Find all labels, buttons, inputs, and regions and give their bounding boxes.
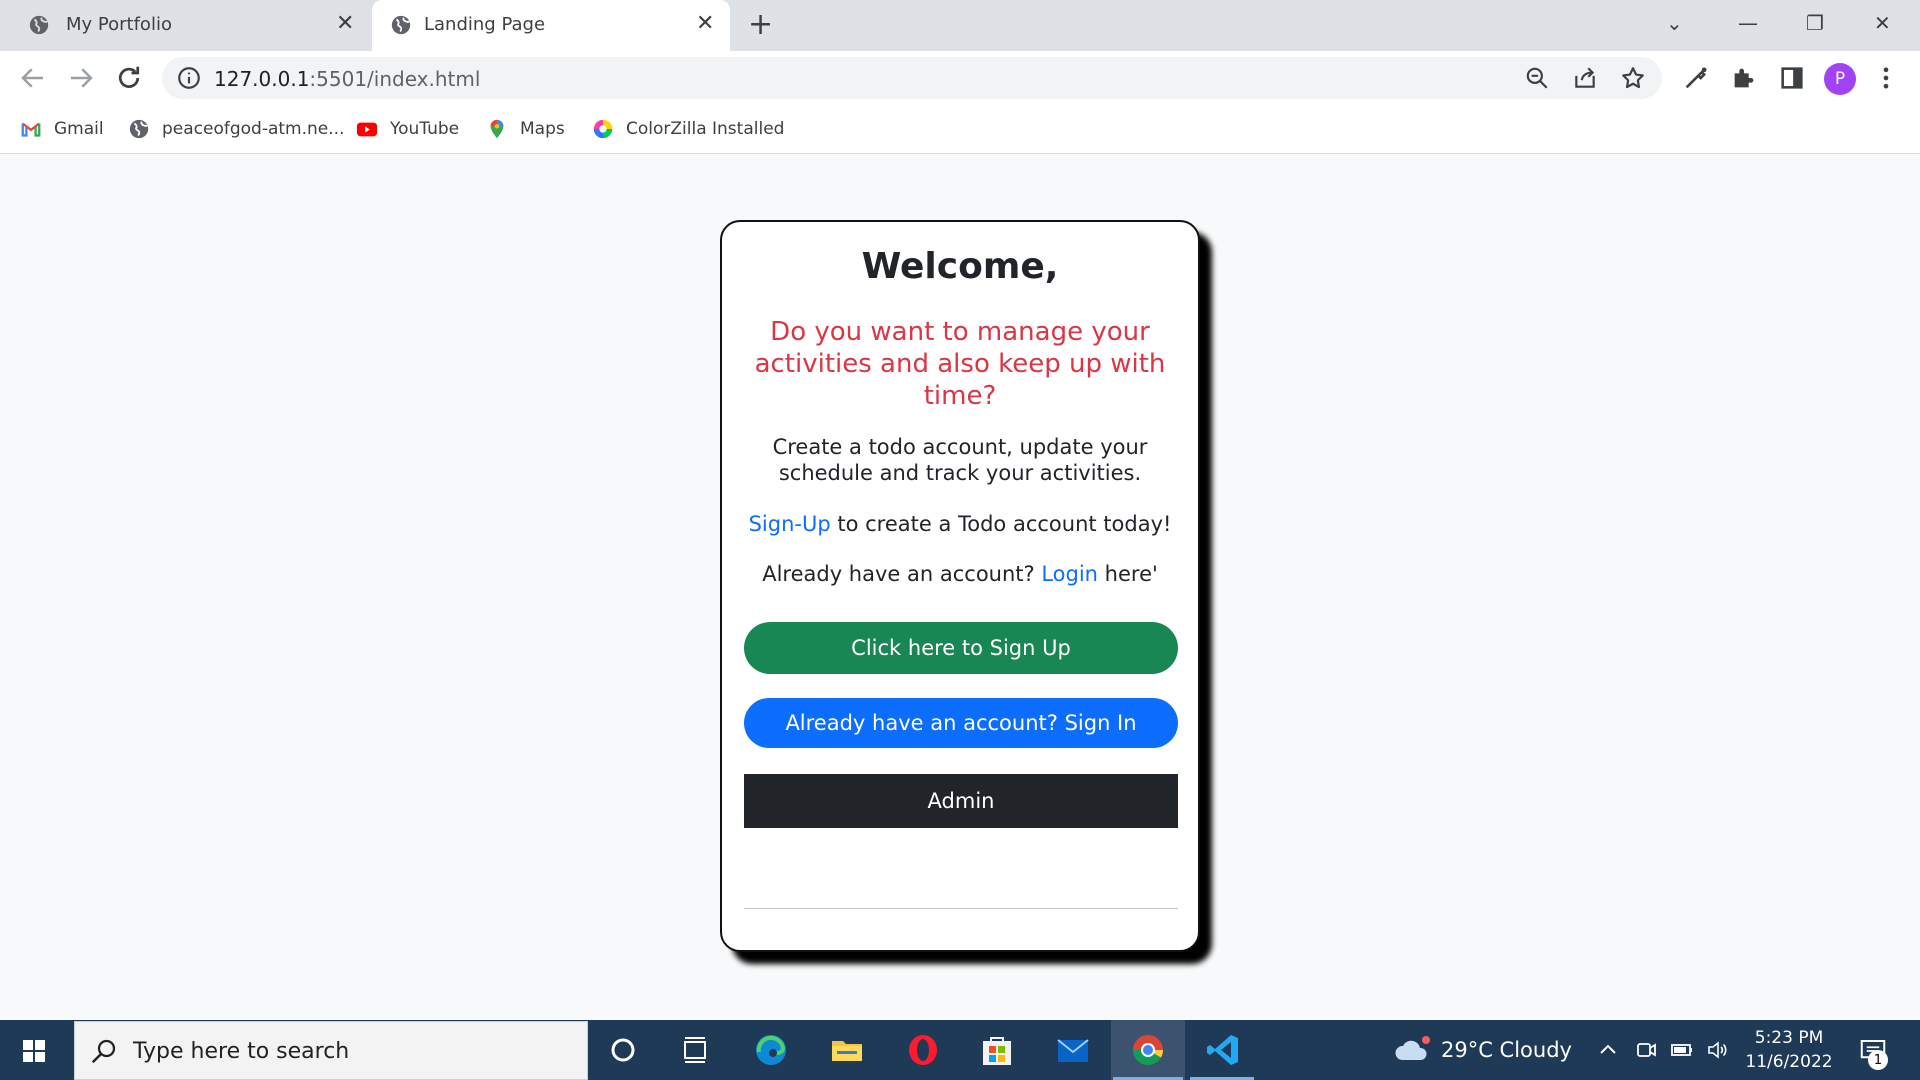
login-prompt: Already have an account? Login here' (722, 562, 1198, 586)
login-link[interactable]: Login (1041, 562, 1098, 586)
back-arrow-icon[interactable] (18, 63, 48, 93)
bookmark-maps[interactable]: Maps (486, 115, 565, 143)
side-panel-icon[interactable] (1778, 64, 1806, 92)
battery-icon[interactable] (1670, 1038, 1694, 1062)
colorzilla-icon (593, 119, 613, 139)
globe-icon (391, 15, 411, 35)
login-prompt-suffix: here' (1098, 562, 1158, 586)
notification-count-badge: 1 (1868, 1050, 1888, 1070)
signup-link[interactable]: Sign-Up (749, 512, 831, 536)
bookmark-label: Maps (520, 119, 565, 139)
sign-up-button[interactable]: Click here to Sign Up (744, 622, 1178, 674)
bookmark-label: Gmail (54, 119, 104, 139)
opera-icon[interactable] (905, 1032, 941, 1068)
tab-title: My Portfolio (66, 14, 172, 35)
edge-browser-icon[interactable] (753, 1032, 789, 1068)
close-tab-icon[interactable]: ✕ (696, 12, 714, 36)
tab-title: Landing Page (424, 14, 546, 35)
bookmarks-bar: Gmail peaceofgod-atm.ne... YouTube Maps … (0, 105, 1920, 154)
extensions-puzzle-icon[interactable] (1730, 64, 1758, 92)
maps-icon (490, 119, 504, 139)
tab-search-chevron-icon[interactable]: ⌄ (1666, 10, 1683, 36)
browser-tab-strip: My Portfolio ✕ Landing Page ✕ + ⌄ — ❐ ✕ (0, 0, 1920, 51)
bookmark-label: peaceofgod-atm.ne... (162, 119, 345, 139)
zoom-icon[interactable] (1524, 65, 1550, 91)
cortana-icon[interactable] (605, 1032, 641, 1068)
bookmark-youtube[interactable]: YouTube (356, 115, 459, 143)
clock-time: 5:23 PM (1754, 1028, 1824, 1048)
windows-taskbar: Type here to search 29°C Cloudy 5:23 PM … (0, 1020, 1920, 1080)
search-placeholder: Type here to search (133, 1039, 350, 1064)
new-tab-icon[interactable]: + (748, 8, 773, 42)
microsoft-store-icon[interactable] (979, 1032, 1015, 1068)
address-bar[interactable]: 127.0.0.1:5501/index.html (162, 57, 1662, 99)
url-text: 127.0.0.1:5501/index.html (214, 67, 481, 91)
tab-my-portfolio[interactable]: My Portfolio ✕ (0, 0, 370, 51)
signup-prompt-text: to create a Todo account today! (830, 512, 1172, 536)
bookmark-peaceofgod[interactable]: peaceofgod-atm.ne... (128, 115, 344, 143)
welcome-card: Welcome, Do you want to manage your acti… (720, 220, 1200, 952)
admin-button[interactable]: Admin (744, 774, 1178, 828)
gmail-icon (21, 122, 41, 137)
bookmark-star-icon[interactable] (1620, 65, 1646, 91)
tab-landing-page[interactable]: Landing Page ✕ (372, 0, 730, 51)
profile-avatar[interactable]: P (1824, 63, 1856, 95)
minimize-icon[interactable]: — (1738, 10, 1758, 36)
bookmark-label: ColorZilla Installed (626, 119, 785, 139)
welcome-question: Do you want to manage your activities an… (754, 317, 1166, 411)
bookmark-gmail[interactable]: Gmail (20, 115, 104, 143)
vscode-icon[interactable] (1205, 1032, 1241, 1068)
close-window-icon[interactable]: ✕ (1874, 10, 1891, 36)
login-prompt-prefix: Already have an account? (762, 562, 1042, 586)
cloudy-weather-icon[interactable] (1392, 1034, 1432, 1066)
mail-icon[interactable] (1055, 1032, 1091, 1068)
restore-icon[interactable]: ❐ (1806, 10, 1824, 36)
site-info-icon[interactable] (176, 65, 202, 91)
reload-icon[interactable] (114, 63, 144, 93)
card-divider (744, 908, 1178, 909)
system-clock[interactable]: 5:23 PM 11/6/2022 (1740, 1026, 1838, 1074)
page-viewport: Welcome, Do you want to manage your acti… (0, 154, 1920, 1020)
chevron-up-icon[interactable] (1596, 1038, 1620, 1062)
meet-now-icon[interactable] (1634, 1038, 1658, 1062)
globe-icon (29, 15, 49, 35)
file-explorer-icon[interactable] (829, 1032, 865, 1068)
volume-icon[interactable] (1706, 1038, 1730, 1062)
youtube-icon (356, 122, 378, 137)
signup-prompt: Sign-Up to create a Todo account today! (722, 512, 1198, 536)
windows-start-icon[interactable] (22, 1039, 46, 1063)
task-view-icon[interactable] (677, 1032, 713, 1068)
share-icon[interactable] (1572, 65, 1598, 91)
sign-in-button[interactable]: Already have an account? Sign In (744, 698, 1178, 748)
chrome-icon[interactable] (1130, 1032, 1166, 1068)
eyedropper-icon[interactable] (1682, 64, 1710, 92)
welcome-description: Create a todo account, update your sched… (772, 435, 1148, 485)
close-tab-icon[interactable]: ✕ (336, 12, 354, 36)
globe-icon (129, 119, 149, 139)
weather-text[interactable]: 29°C Cloudy (1441, 1038, 1572, 1062)
bookmark-label: YouTube (390, 119, 460, 139)
clock-date: 11/6/2022 (1745, 1052, 1833, 1072)
bookmark-colorzilla[interactable]: ColorZilla Installed (592, 115, 784, 143)
more-menu-icon[interactable] (1872, 64, 1900, 92)
forward-arrow-icon[interactable] (66, 63, 96, 93)
browser-toolbar: 127.0.0.1:5501/index.html P (0, 51, 1920, 105)
search-icon (91, 1039, 116, 1064)
taskbar-search-box[interactable]: Type here to search (74, 1021, 588, 1080)
page-title: Welcome, (861, 246, 1059, 287)
